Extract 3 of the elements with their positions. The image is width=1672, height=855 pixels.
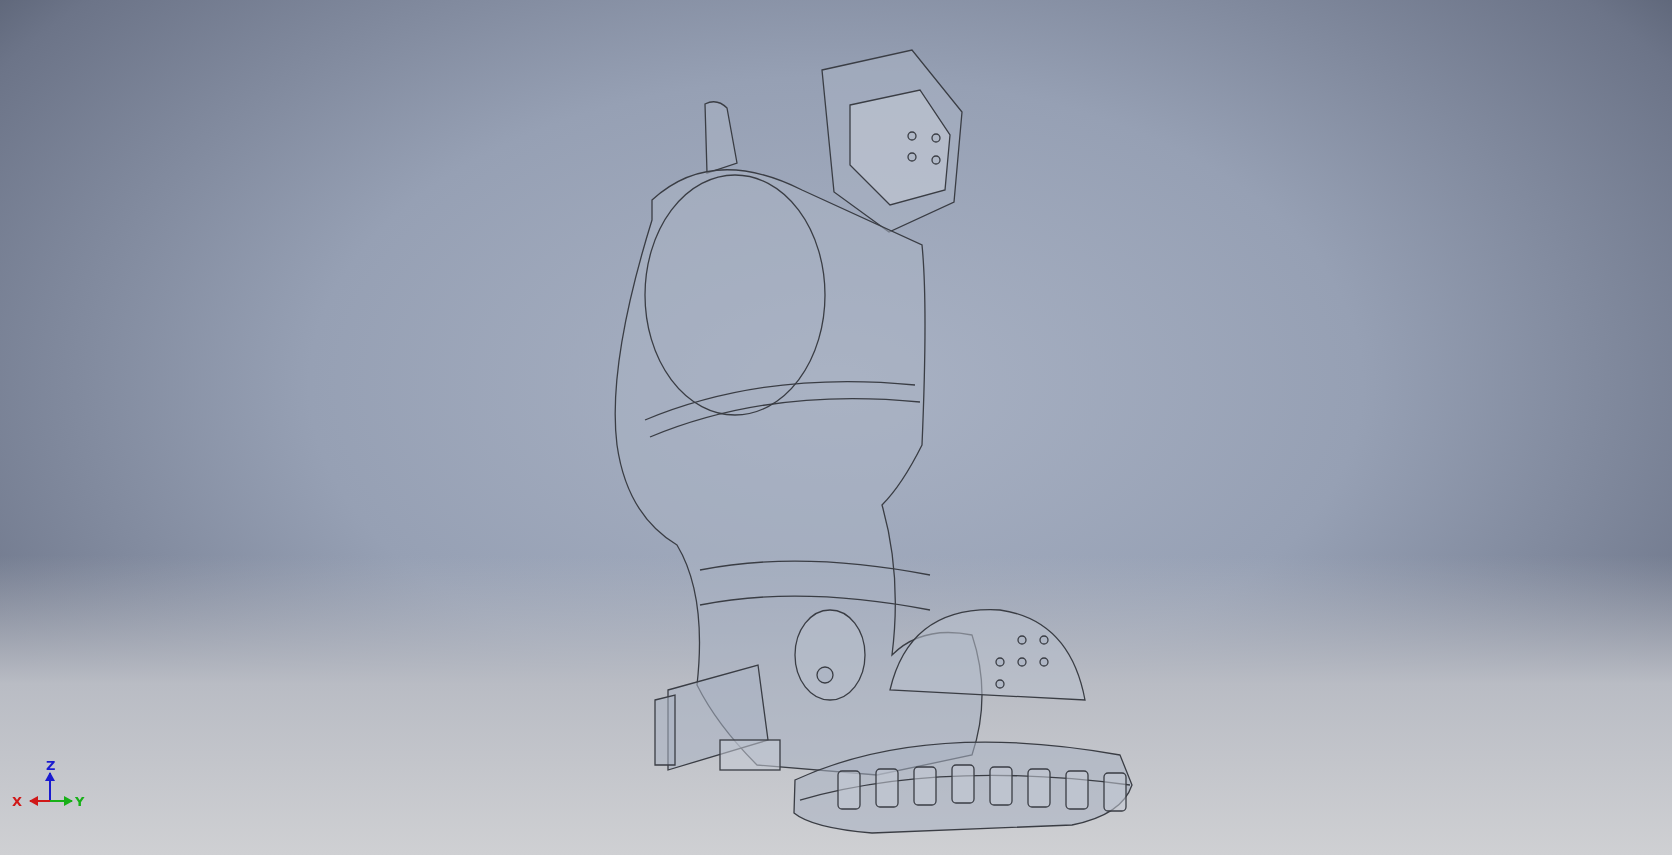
- axis-label: Z: [46, 758, 56, 773]
- axis-label: X: [12, 794, 23, 809]
- axis-label: Y: [75, 794, 85, 809]
